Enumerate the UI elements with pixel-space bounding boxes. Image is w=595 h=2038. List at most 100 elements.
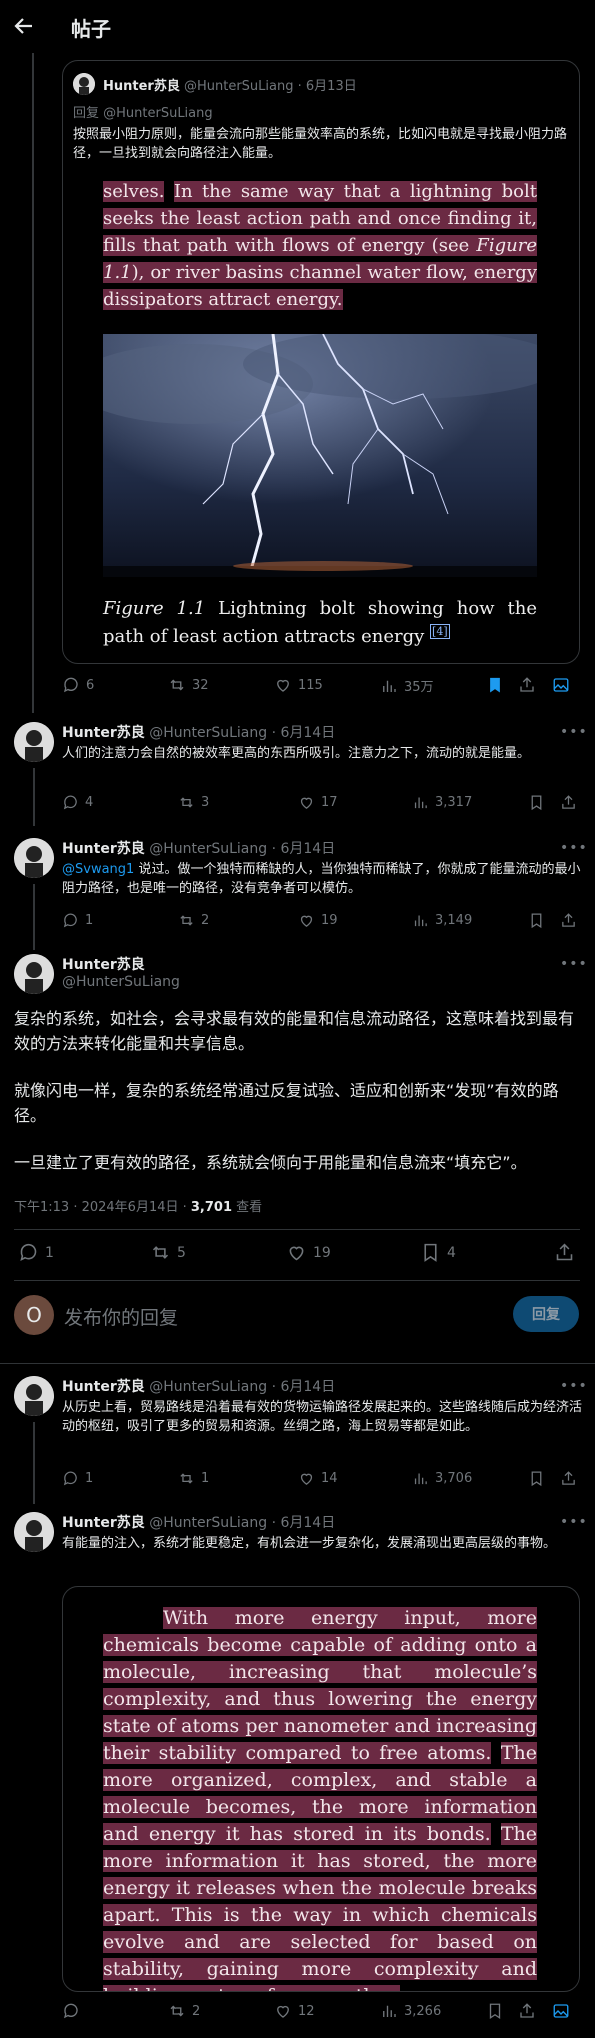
share-button[interactable] xyxy=(554,1242,575,1267)
repost-icon xyxy=(180,797,193,808)
avatar xyxy=(73,73,95,95)
bookmark-button[interactable] xyxy=(528,1470,545,1491)
author-handle[interactable]: @HunterSuLiang xyxy=(149,725,267,741)
share-button[interactable] xyxy=(518,2002,536,2024)
author-handle[interactable]: @HunterSuLiang xyxy=(149,841,267,857)
figure-caption: Figure 1.1 Lightning bolt showing how th… xyxy=(103,598,537,647)
repost-button[interactable]: 32 xyxy=(168,676,209,694)
quoted-tweet-card[interactable]: Hunter苏良 @HunterSuLiang · 6月13日 回复 @Hunt… xyxy=(62,60,580,664)
bookmark-button[interactable] xyxy=(528,912,545,933)
action-bar: 6 32 115 35万 xyxy=(62,676,582,698)
repost-icon xyxy=(180,915,193,926)
repost-button[interactable]: 5 xyxy=(150,1242,186,1263)
like-button[interactable]: 115 xyxy=(274,676,323,694)
author-name[interactable]: Hunter苏良 xyxy=(103,79,180,94)
share-icon xyxy=(562,795,575,809)
user-avatar[interactable]: O xyxy=(14,1295,54,1335)
thread-post[interactable]: Hunter苏良 @HunterSuLiang · 6月14日 ••• @Svw… xyxy=(0,826,595,950)
reply-button[interactable]: 1 xyxy=(18,1242,54,1263)
share-button[interactable] xyxy=(518,676,536,698)
like-button[interactable]: 17 xyxy=(298,794,338,811)
author-name[interactable]: Hunter苏良 xyxy=(62,1515,145,1531)
avatar[interactable] xyxy=(14,1512,54,1552)
reply-icon xyxy=(63,677,78,693)
share-button[interactable] xyxy=(560,1470,577,1491)
author-name[interactable]: Hunter苏良 xyxy=(62,1379,145,1395)
reply-composer: O 发布你的回复 回复 xyxy=(0,1281,595,1363)
bookmark-button[interactable] xyxy=(486,676,504,698)
heart-icon xyxy=(289,1246,304,1261)
bookmark-button[interactable] xyxy=(528,794,545,815)
post-date[interactable]: 6月14日 xyxy=(280,1379,335,1395)
repost-button[interactable]: 3 xyxy=(178,794,209,811)
mention-link[interactable]: @Svwang1 xyxy=(62,862,134,877)
more-icon[interactable]: ••• xyxy=(560,724,588,740)
more-icon[interactable]: ••• xyxy=(560,956,588,972)
like-button[interactable]: 12 xyxy=(274,2002,315,2020)
avatar[interactable] xyxy=(14,954,54,994)
author-handle[interactable]: @HunterSuLiang xyxy=(149,1379,267,1395)
repost-icon xyxy=(180,1473,193,1484)
image-card[interactable]: With more energy input, more chemicals b… xyxy=(62,1586,580,1992)
share-button[interactable] xyxy=(560,794,577,815)
author-handle[interactable]: @HunterSuLiang xyxy=(184,79,294,94)
views-icon xyxy=(414,915,427,927)
repost-icon xyxy=(170,679,184,691)
reply-post[interactable]: Hunter苏良 @HunterSuLiang · 6月14日 ••• 有能量的… xyxy=(0,1500,595,2038)
share-button[interactable] xyxy=(560,912,577,933)
reply-button[interactable]: 1 xyxy=(62,912,93,929)
views-button[interactable]: 3,266 xyxy=(380,2002,441,2020)
repost-button[interactable]: 2 xyxy=(178,912,209,929)
views-button[interactable]: 35万 xyxy=(380,676,434,695)
post-text: 从历史上看，贸易路线是沿着最有效的货物运输路径发展起来的。这些路线随后成为经济活… xyxy=(62,1400,583,1434)
image-button[interactable] xyxy=(552,676,570,698)
views-icon xyxy=(414,797,427,809)
more-icon[interactable]: ••• xyxy=(560,1514,588,1530)
views-button[interactable]: 3,317 xyxy=(412,794,472,811)
footnote-link[interactable]: [4] xyxy=(430,624,450,639)
reply-button[interactable]: 回复 xyxy=(513,1296,579,1332)
post-date[interactable]: 6月14日 xyxy=(280,725,335,741)
bookmark-icon xyxy=(531,795,542,811)
top-bar: 帖子 xyxy=(0,0,595,53)
reply-post[interactable]: Hunter苏良 @HunterSuLiang · 6月14日 ••• 从历史上… xyxy=(0,1364,595,1504)
like-button[interactable]: 19 xyxy=(286,1242,331,1263)
like-button[interactable]: 14 xyxy=(298,1470,338,1487)
bookmark-icon xyxy=(531,1471,542,1487)
bookmark-icon xyxy=(531,913,542,929)
author-handle[interactable]: @HunterSuLiang xyxy=(62,974,180,990)
repost-button[interactable]: 1 xyxy=(178,1470,209,1487)
views-button[interactable]: 3,149 xyxy=(412,912,472,929)
bookmark-button[interactable] xyxy=(486,2002,504,2024)
repost-icon xyxy=(170,2005,184,2017)
author-name[interactable]: Hunter苏良 xyxy=(62,954,145,974)
thread-post[interactable]: Hunter苏良 @HunterSuLiang · 6月14日 ••• 人们的注… xyxy=(0,710,595,826)
like-button[interactable]: 19 xyxy=(298,912,338,929)
post-timestamp[interactable]: 下午1:13 · 2024年6月14日 · xyxy=(14,1200,191,1215)
heart-icon xyxy=(277,2005,289,2018)
more-icon[interactable]: ••• xyxy=(560,840,588,856)
reply-button[interactable]: 1 xyxy=(62,1470,93,1487)
post-date[interactable]: 6月13日 xyxy=(306,79,357,94)
avatar[interactable] xyxy=(14,1376,54,1416)
more-icon[interactable]: ••• xyxy=(560,1378,588,1394)
reply-button[interactable]: 6 xyxy=(62,676,94,694)
post-date[interactable]: 6月14日 xyxy=(280,1515,335,1531)
reply-button[interactable] xyxy=(62,2002,80,2020)
author-handle[interactable]: @HunterSuLiang xyxy=(149,1515,267,1531)
avatar[interactable] xyxy=(14,722,54,762)
lightning-image[interactable] xyxy=(103,334,537,577)
reply-input[interactable]: 发布你的回复 xyxy=(64,1303,484,1330)
reply-button[interactable]: 4 xyxy=(62,794,93,811)
post-date[interactable]: 6月14日 xyxy=(280,841,335,857)
back-arrow-icon[interactable] xyxy=(12,14,36,38)
author-name[interactable]: Hunter苏良 xyxy=(62,725,145,741)
avatar[interactable] xyxy=(14,838,54,878)
bookmark-button[interactable]: 4 xyxy=(420,1242,456,1263)
author-name[interactable]: Hunter苏良 xyxy=(62,841,145,857)
bookmark-icon xyxy=(424,1243,437,1262)
thread-line xyxy=(33,768,35,826)
views-button[interactable]: 3,706 xyxy=(412,1470,472,1487)
image-button[interactable] xyxy=(552,2002,570,2024)
repost-button[interactable]: 2 xyxy=(168,2002,200,2020)
